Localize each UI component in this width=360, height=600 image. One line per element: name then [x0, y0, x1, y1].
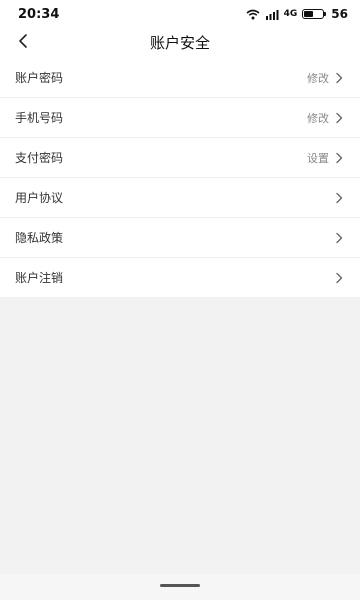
system-navigation-area: [0, 574, 360, 600]
settings-row-account-deletion[interactable]: 账户注销: [0, 258, 360, 298]
home-indicator[interactable]: [160, 584, 200, 587]
row-action-text: 修改: [307, 71, 329, 85]
chevron-right-icon: [335, 232, 343, 244]
row-trailing: 设置: [307, 150, 343, 166]
battery-icon: [302, 9, 327, 19]
settings-row-payment-password[interactable]: 支付密码 设置: [0, 138, 360, 178]
status-icons: 4G 56: [246, 5, 348, 24]
wifi-icon: [246, 5, 260, 24]
row-trailing: 修改: [307, 70, 343, 86]
settings-list: 账户密码 修改 手机号码 修改 支付密码 设置 用户协议 隐私政策 账户注销: [0, 58, 360, 298]
row-action-text: 设置: [307, 151, 329, 165]
row-trailing: [329, 272, 343, 284]
settings-row-account-password[interactable]: 账户密码 修改: [0, 58, 360, 98]
top-navigation-bar: 账户安全: [0, 28, 360, 58]
row-trailing: 修改: [307, 110, 343, 126]
status-bar: 20:34 4G 56: [0, 0, 360, 28]
battery-percent: 56: [331, 7, 348, 21]
row-label: 手机号码: [15, 111, 64, 125]
page-title: 账户安全: [149, 34, 210, 52]
chevron-right-icon: [335, 192, 343, 204]
settings-row-phone-number[interactable]: 手机号码 修改: [0, 98, 360, 138]
battery-level-fill: [304, 11, 314, 17]
row-label: 账户密码: [15, 71, 64, 85]
row-trailing: [329, 232, 343, 244]
row-label: 账户注销: [15, 271, 64, 285]
status-time: 20:34: [18, 6, 60, 22]
row-label: 支付密码: [15, 151, 64, 165]
signal-icon: [265, 5, 279, 24]
row-label: 用户协议: [15, 191, 64, 205]
chevron-right-icon: [335, 112, 343, 124]
row-label: 隐私政策: [15, 231, 64, 245]
chevron-right-icon: [335, 152, 343, 164]
back-button[interactable]: [6, 28, 40, 58]
row-trailing: [329, 192, 343, 204]
network-type-badge: 4G: [283, 9, 298, 19]
settings-row-user-agreement[interactable]: 用户协议: [0, 178, 360, 218]
chevron-right-icon: [335, 272, 343, 284]
settings-row-privacy-policy[interactable]: 隐私政策: [0, 218, 360, 258]
chevron-left-icon: [17, 33, 29, 53]
chevron-right-icon: [335, 72, 343, 84]
row-action-text: 修改: [307, 111, 329, 125]
